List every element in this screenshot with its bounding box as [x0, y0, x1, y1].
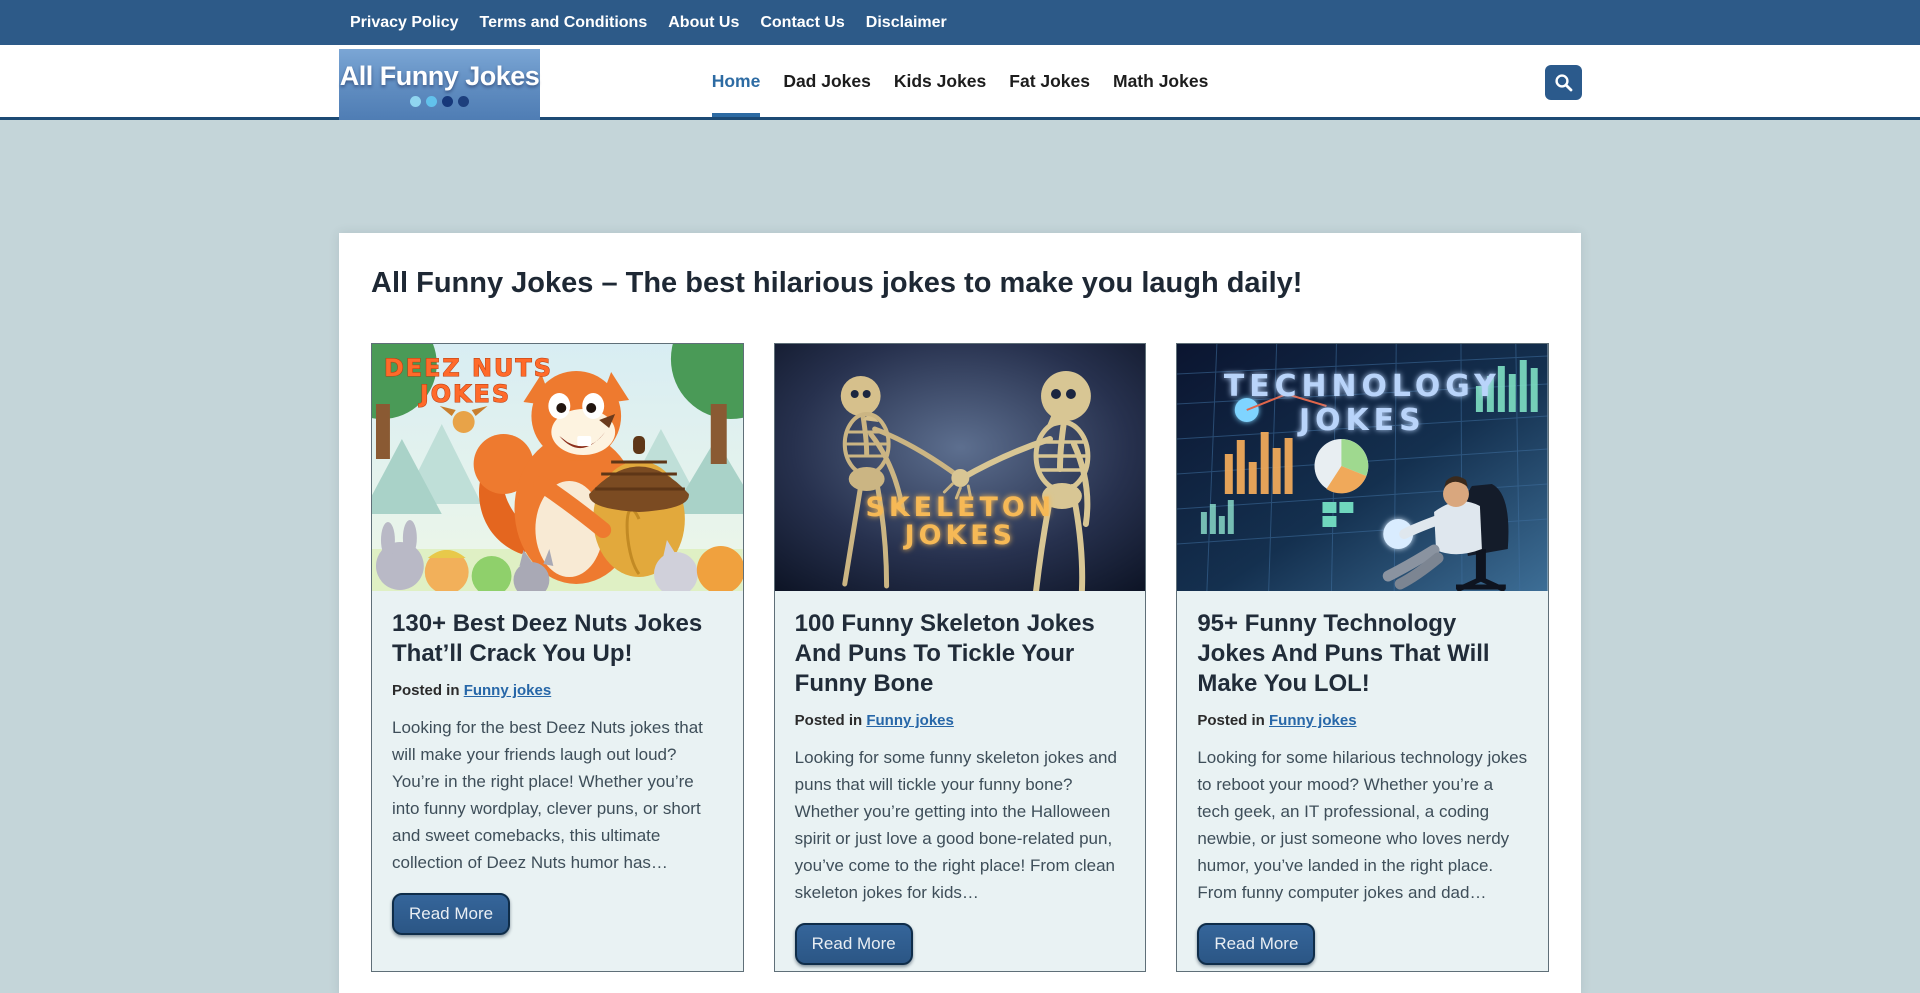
- post-title-link[interactable]: 130+ Best Deez Nuts Jokes That’ll Crack …: [392, 609, 723, 669]
- post-excerpt: Looking for some funny skeleton jokes an…: [795, 744, 1126, 906]
- post-body: 130+ Best Deez Nuts Jokes That’ll Crack …: [372, 591, 743, 935]
- content-panel: All Funny Jokes – The best hilarious jok…: [339, 233, 1581, 993]
- posted-in-line: Posted in Funny jokes: [1197, 712, 1356, 729]
- post-card-deez-nuts: DEEZ NUTS JOKES 130+ Best Deez Nuts Joke…: [371, 343, 744, 972]
- category-link-funny-jokes[interactable]: Funny jokes: [464, 682, 552, 699]
- nav-item-fat-jokes[interactable]: Fat Jokes: [1009, 45, 1090, 117]
- top-utility-bar: Privacy Policy Terms and Conditions Abou…: [0, 0, 1920, 45]
- primary-navigation: Home Dad Jokes Kids Jokes Fat Jokes Math…: [712, 45, 1209, 117]
- post-thumbnail-deez-nuts[interactable]: DEEZ NUTS JOKES: [372, 344, 743, 591]
- read-more-button[interactable]: Read More: [1197, 923, 1315, 965]
- top-link-disclaimer[interactable]: Disclaimer: [866, 14, 947, 32]
- site-logo[interactable]: All Funny Jokes: [339, 49, 540, 120]
- squirrel-acorn-illustration: DEEZ NUTS JOKES: [372, 344, 743, 591]
- site-logo-text: All Funny Jokes: [340, 63, 540, 90]
- top-link-privacy-policy[interactable]: Privacy Policy: [350, 14, 459, 32]
- nav-item-dad-jokes[interactable]: Dad Jokes: [783, 45, 871, 117]
- post-body: 95+ Funny Technology Jokes And Puns That…: [1177, 591, 1548, 965]
- nav-item-home[interactable]: Home: [712, 45, 761, 117]
- nav-item-kids-jokes[interactable]: Kids Jokes: [894, 45, 986, 117]
- post-excerpt: Looking for some hilarious technology jo…: [1197, 744, 1528, 906]
- svg-text:JOKES: JOKES: [1297, 403, 1426, 438]
- post-excerpt: Looking for the best Deez Nuts jokes tha…: [392, 714, 723, 876]
- svg-text:JOKES: JOKES: [902, 520, 1015, 551]
- category-link-funny-jokes[interactable]: Funny jokes: [1269, 712, 1357, 729]
- search-button[interactable]: [1545, 65, 1582, 100]
- top-link-terms[interactable]: Terms and Conditions: [480, 14, 648, 32]
- top-link-about-us[interactable]: About Us: [668, 14, 739, 32]
- site-header: All Funny Jokes Home Dad Jokes Kids Joke…: [0, 45, 1920, 120]
- category-link-funny-jokes[interactable]: Funny jokes: [866, 712, 954, 729]
- posted-in-line: Posted in Funny jokes: [392, 682, 551, 699]
- technology-illustration: TECHNOLOGY JOKES: [1177, 344, 1548, 591]
- post-card-skeleton: SKELETON JOKES 100 Funny Skeleton Jokes …: [774, 343, 1147, 972]
- post-card-technology: TECHNOLOGY JOKES 95+ Funny Technology Jo…: [1176, 343, 1549, 972]
- posted-in-label: Posted in: [795, 712, 863, 729]
- svg-text:DEEZ NUTS: DEEZ NUTS: [384, 354, 553, 382]
- post-thumbnail-technology[interactable]: TECHNOLOGY JOKES: [1177, 344, 1548, 591]
- skeletons-illustration: SKELETON JOKES: [775, 344, 1146, 591]
- svg-text:SKELETON: SKELETON: [865, 492, 1055, 523]
- post-grid: DEEZ NUTS JOKES 130+ Best Deez Nuts Joke…: [371, 343, 1549, 972]
- svg-text:JOKES: JOKES: [418, 380, 511, 408]
- post-thumbnail-skeleton[interactable]: SKELETON JOKES: [775, 344, 1146, 591]
- post-title-link[interactable]: 100 Funny Skeleton Jokes And Puns To Tic…: [795, 609, 1126, 699]
- posted-in-label: Posted in: [392, 682, 460, 699]
- svg-text:TECHNOLOGY: TECHNOLOGY: [1224, 369, 1501, 404]
- posted-in-line: Posted in Funny jokes: [795, 712, 954, 729]
- read-more-button[interactable]: Read More: [795, 923, 913, 965]
- page-background: All Funny Jokes – The best hilarious jok…: [0, 120, 1920, 993]
- top-link-contact-us[interactable]: Contact Us: [760, 14, 844, 32]
- read-more-button[interactable]: Read More: [392, 893, 510, 935]
- post-title-link[interactable]: 95+ Funny Technology Jokes And Puns That…: [1197, 609, 1528, 699]
- nav-item-math-jokes[interactable]: Math Jokes: [1113, 45, 1208, 117]
- search-icon: [1554, 73, 1573, 92]
- logo-dots-decoration: [410, 96, 469, 107]
- post-body: 100 Funny Skeleton Jokes And Puns To Tic…: [775, 591, 1146, 965]
- posted-in-label: Posted in: [1197, 712, 1265, 729]
- page-title: All Funny Jokes – The best hilarious jok…: [371, 266, 1549, 301]
